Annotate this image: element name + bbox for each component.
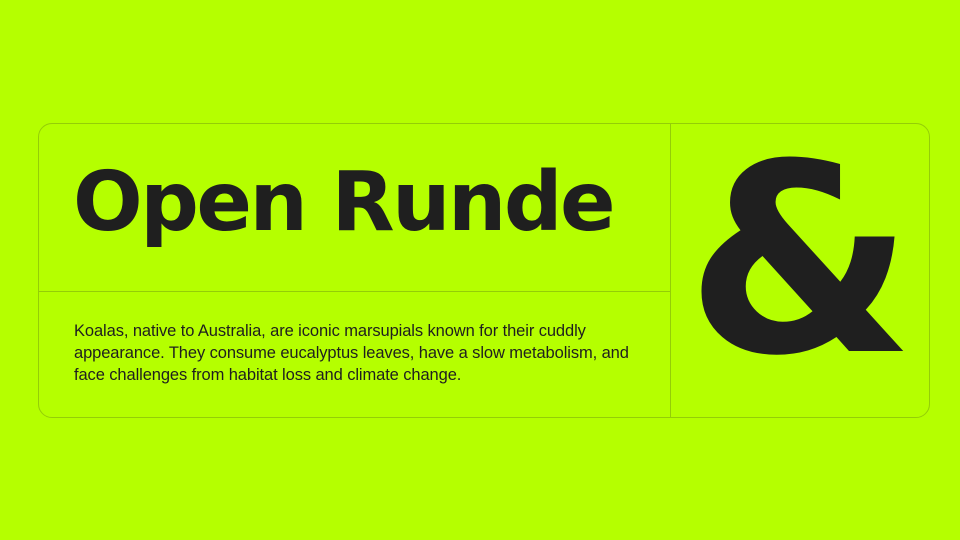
title-section: Open Runde [39, 124, 670, 292]
glyph-panel: & [671, 124, 929, 417]
specimen-text-panel: Open Runde Koalas, native to Australia, … [39, 124, 671, 417]
ampersand-glyph: & [685, 123, 915, 413]
specimen-card: Open Runde Koalas, native to Australia, … [38, 123, 930, 418]
sample-paragraph: Koalas, native to Australia, are iconic … [74, 322, 629, 384]
font-name-title: Open Runde [73, 155, 616, 250]
